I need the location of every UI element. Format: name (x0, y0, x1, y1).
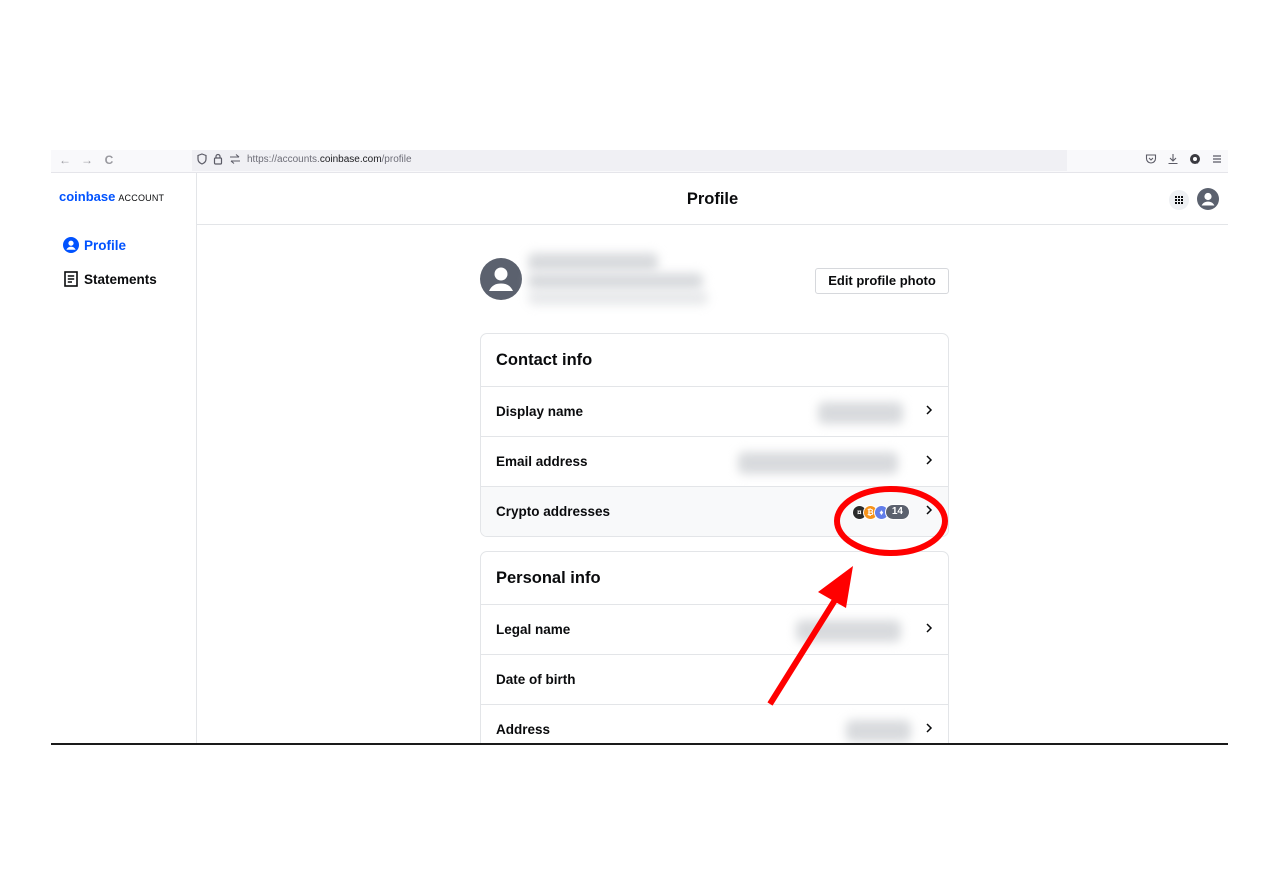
logo-text: coinbase (59, 189, 116, 204)
apps-grid-icon[interactable] (1169, 190, 1189, 210)
blurred-value (846, 720, 911, 742)
url-text[interactable]: https://accounts.coinbase.com/profile (247, 154, 412, 165)
row-label: Date of birth (496, 672, 576, 687)
menu-icon[interactable] (1211, 153, 1223, 169)
reload-icon[interactable]: C (101, 152, 117, 168)
chevron-right-icon (922, 503, 936, 517)
profile-avatar (480, 258, 522, 300)
section-title: Personal info (481, 552, 948, 605)
window-bottom-edge (51, 743, 1228, 745)
lock-icon[interactable] (213, 153, 223, 169)
user-circle-icon (63, 237, 79, 253)
row-label: Display name (496, 404, 584, 419)
page-header: Profile (197, 173, 1228, 225)
address-row[interactable]: Address (481, 705, 948, 743)
sidebar: coinbase ACCOUNT Profile Statements (51, 173, 197, 743)
url-domain: coinbase.com (319, 154, 382, 165)
crypto-badges: ¤ ₿ ♦ 14 (851, 504, 910, 520)
email-address-row[interactable]: Email address (481, 437, 948, 487)
shield-icon[interactable] (197, 153, 207, 169)
legal-name-row[interactable]: Legal name (481, 605, 948, 655)
row-label: Legal name (496, 622, 571, 637)
row-label: Address (496, 722, 551, 737)
row-label: Crypto addresses (496, 504, 611, 519)
blurred-value (818, 402, 903, 424)
row-label: Email address (496, 454, 588, 469)
forward-icon[interactable]: → (79, 152, 95, 168)
chevron-right-icon (922, 721, 936, 735)
chevron-right-icon (922, 453, 936, 467)
chevron-right-icon (922, 403, 936, 417)
date-of-birth-row: Date of birth (481, 655, 948, 705)
user-avatar-icon[interactable] (1197, 188, 1219, 210)
url-prefix: https://accounts. (247, 154, 320, 165)
blurred-username (528, 273, 703, 289)
crypto-addresses-row[interactable]: Crypto addresses ¤ ₿ ♦ 14 (481, 487, 948, 536)
sidebar-item-label: Statements (84, 271, 157, 287)
url-path: /profile (381, 154, 412, 165)
personal-info-card: Personal info Legal name Date of birth A… (480, 551, 949, 743)
blurred-detail (528, 291, 708, 305)
logo-suffix: ACCOUNT (118, 193, 165, 203)
sidebar-item-statements[interactable]: Statements (63, 269, 157, 289)
section-title: Contact info (481, 334, 948, 387)
address-count-badge: 14 (884, 504, 910, 520)
pocket-icon[interactable] (1145, 153, 1157, 169)
page-title: Profile (686, 190, 739, 208)
display-name-row[interactable]: Display name (481, 387, 948, 437)
sidebar-item-profile[interactable]: Profile (63, 235, 126, 255)
sidebar-item-label: Profile (84, 237, 127, 253)
download-icon[interactable] (1167, 153, 1179, 169)
coinbase-logo[interactable]: coinbase ACCOUNT (59, 189, 164, 204)
back-icon[interactable]: ← (57, 152, 73, 168)
extension-icon[interactable] (1189, 153, 1201, 169)
edit-profile-photo-button[interactable]: Edit profile photo (815, 268, 949, 294)
contact-info-card: Contact info Display name Email address … (480, 333, 949, 537)
chevron-right-icon (922, 621, 936, 635)
document-icon (63, 271, 79, 287)
blurred-value (738, 452, 898, 474)
browser-toolbar: ← → C https://accounts.coinbase.com/prof… (51, 150, 1228, 173)
app-window: coinbase ACCOUNT Profile Statements Profi… (51, 173, 1228, 743)
address-bar[interactable]: https://accounts.coinbase.com/profile ☆ (192, 150, 1201, 171)
blurred-value (796, 620, 901, 642)
permissions-icon[interactable] (229, 153, 241, 169)
blurred-name (528, 253, 658, 271)
